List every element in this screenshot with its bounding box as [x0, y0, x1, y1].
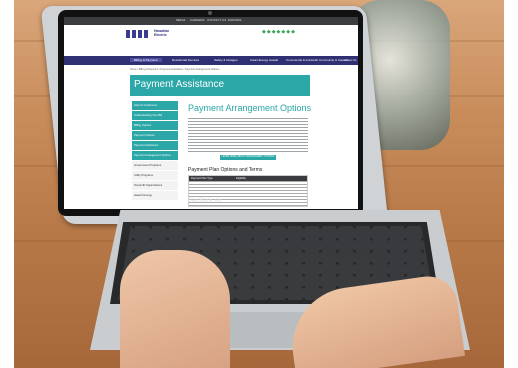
site-header [64, 25, 358, 55]
laptop-screen: MEDIA CAREERS CONTACT US ESPAÑOL Hawaiia… [64, 17, 358, 209]
brand-line-2: Electric [154, 33, 167, 37]
nav-commercial[interactable]: Commercial & Industrial [286, 58, 318, 62]
learn-more-button[interactable]: LEARN MORE ABOUT ARRANGEMENT OPTIONS [220, 155, 276, 160]
left-hand [120, 250, 230, 368]
hawaiian-electric-logo-icon[interactable] [126, 30, 150, 38]
table-header-cell: Eligibility [236, 177, 246, 180]
top-link-contact[interactable]: CONTACT US [207, 18, 226, 22]
logo-text: Hawaiian Electric [154, 29, 169, 37]
table-header-cell: Payment Terms [191, 182, 209, 185]
utility-bar: MEDIA CAREERS CONTACT US ESPAÑOL [64, 17, 358, 25]
sidebar-item-help[interactable]: Help for Customers [132, 101, 178, 110]
green-diamonds-icon: ◆◆◆◆◆◆◆ [262, 29, 296, 35]
sidebar-item-bill[interactable]: Understanding Your Bill [132, 111, 178, 120]
nav-about[interactable]: About Us [344, 58, 356, 62]
breadcrumb: Home / Billing & Payment / Payment Assis… [130, 68, 220, 71]
photo-scene: MEDIA CAREERS CONTACT US ESPAÑOL Hawaiia… [0, 0, 518, 368]
top-link-espanol[interactable]: ESPAÑOL [228, 18, 242, 22]
body-text [188, 118, 308, 152]
sidebar-item-arrangement[interactable]: Payment Arrangement Options [132, 151, 178, 160]
table-title: Payment Plan Options and Terms [188, 167, 263, 173]
sidebar-item-billing-options[interactable]: Billing Options [132, 121, 178, 130]
webcam-icon [208, 11, 212, 15]
top-link-media[interactable]: MEDIA [176, 18, 186, 22]
top-link-careers[interactable]: CAREERS [190, 18, 205, 22]
white-border-right [504, 0, 518, 368]
sidebar-item-energy[interactable]: Hawaiʻi Energy [132, 191, 178, 200]
sidebar-nav: Help for Customers Understanding Your Bi… [132, 101, 178, 201]
nav-clean-energy[interactable]: Clean Energy Hawaii [250, 58, 278, 62]
page-title: Payment Assistance [134, 79, 225, 90]
nav-safety[interactable]: Safety & Outages [214, 58, 238, 62]
sidebar-item-payment-assistance[interactable]: Payment Assistance [132, 141, 178, 150]
main-nav: Billing & Payment Residential Services S… [64, 56, 358, 65]
content-title: Payment Arrangement Options [188, 103, 312, 113]
sidebar-item-payment-options[interactable]: Payment Options [132, 131, 178, 140]
sidebar-item-government[interactable]: Government Programs [132, 161, 178, 170]
white-border-left [0, 0, 14, 368]
macbook-label: MacBook Air [188, 198, 222, 204]
nav-billing[interactable]: Billing & Payment [130, 58, 162, 62]
sidebar-item-utility[interactable]: Utility Programs [132, 171, 178, 180]
sidebar-item-nonprofit[interactable]: Nonprofit Organizations [132, 181, 178, 190]
nav-residential[interactable]: Residential Services [172, 58, 199, 62]
